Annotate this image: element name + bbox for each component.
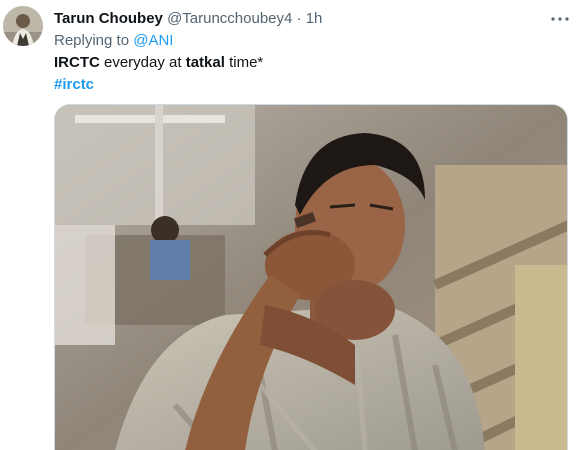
- photo-image: [55, 105, 567, 450]
- tweet-text-bold-2: tatkal: [185, 54, 225, 71]
- timestamp[interactable]: 1h: [306, 10, 323, 27]
- more-horizontal-icon: [551, 17, 569, 21]
- tweet-text-part-2: everyday at: [99, 54, 186, 71]
- replying-to-link[interactable]: @ANI: [133, 32, 173, 49]
- more-options-button[interactable]: [549, 11, 571, 27]
- author-name[interactable]: Tarun Choubey: [54, 10, 163, 27]
- tweet-media-photo[interactable]: [54, 104, 568, 450]
- tweet-text-bold-1: IRCTC: [54, 54, 100, 71]
- tweet-text-part-4: time*: [224, 54, 264, 71]
- separator-dot: ·: [296, 10, 302, 27]
- author-handle[interactable]: @Taruncchoubey4: [167, 10, 292, 27]
- avatar-image: [3, 6, 43, 46]
- tweet[interactable]: Tarun Choubey @Taruncchoubey4 · 1h Reply…: [0, 0, 581, 450]
- avatar[interactable]: [3, 6, 43, 46]
- tweet-text: IRCTC everyday at tatkal time*: [54, 53, 263, 73]
- hashtag-link[interactable]: #irctc: [54, 75, 94, 95]
- replying-to-line: Replying to @ANI: [54, 31, 173, 51]
- replying-prefix: Replying to: [54, 32, 130, 49]
- tweet-header: Tarun Choubey @Taruncchoubey4 · 1h: [54, 9, 541, 29]
